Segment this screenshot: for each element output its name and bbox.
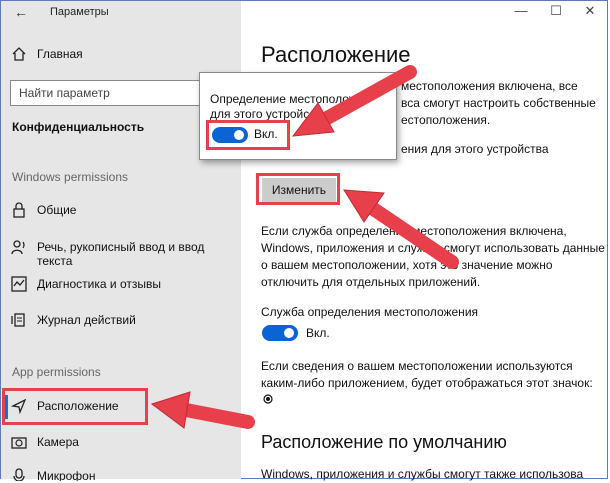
arrow-to-location-item [150,391,255,429]
arrow-to-change-button [343,189,459,269]
arrow-to-popup-toggle [291,65,417,137]
annotation-arrows [150,65,459,429]
